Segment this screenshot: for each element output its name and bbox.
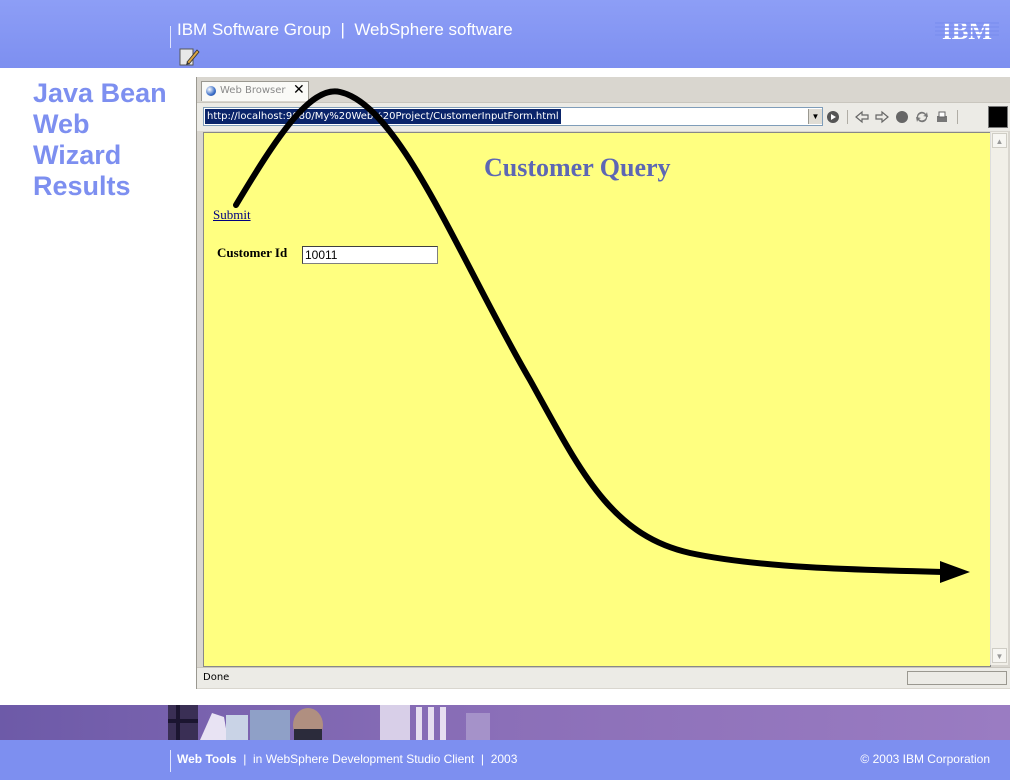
url-field[interactable]: http://localhost:9080/My%20Web%20Project… bbox=[203, 107, 823, 126]
slide-title-line-1: Java Bean bbox=[33, 78, 167, 108]
url-dropdown-icon[interactable]: ▼ bbox=[808, 109, 822, 124]
status-bar: Done bbox=[197, 667, 1010, 688]
back-icon[interactable] bbox=[854, 109, 870, 125]
header-group-text: IBM Software Group | WebSphere software bbox=[177, 20, 513, 39]
browser-toolbar: http://localhost:9080/My%20Web%20Project… bbox=[197, 102, 1010, 131]
footer-photo-strip-2 bbox=[380, 705, 490, 740]
page-viewport: Customer Query Submit Customer Id bbox=[203, 132, 991, 667]
forward-icon[interactable] bbox=[874, 109, 890, 125]
slide-title-line-4: Results bbox=[33, 171, 131, 201]
globe-icon bbox=[206, 86, 216, 96]
customer-id-label: Customer Id bbox=[217, 245, 288, 260]
progress-pane bbox=[907, 671, 1007, 685]
refresh-icon[interactable] bbox=[914, 109, 930, 125]
footer-photo-band bbox=[0, 705, 1010, 740]
tab-label: Web Browser bbox=[220, 85, 286, 96]
tab-web-browser[interactable]: Web Browser ✕ bbox=[201, 81, 309, 101]
header-divider bbox=[170, 26, 171, 48]
toolbar-divider bbox=[847, 110, 848, 124]
ibm-logo: IBM bbox=[935, 18, 999, 45]
close-icon[interactable]: ✕ bbox=[293, 82, 305, 98]
page-title: Customer Query bbox=[484, 153, 671, 182]
slide-title-line-3: Wizard bbox=[33, 140, 122, 170]
footer-divider bbox=[170, 750, 171, 772]
customer-id-input[interactable] bbox=[302, 246, 438, 264]
toolbar-divider bbox=[957, 110, 958, 124]
footer-product: Web Tools | in WebSphere Development Stu… bbox=[177, 752, 517, 766]
vertical-scrollbar[interactable]: ▲ ▼ bbox=[990, 132, 1008, 665]
url-text: http://localhost:9080/My%20Web%20Project… bbox=[205, 109, 561, 124]
scroll-down-icon[interactable]: ▼ bbox=[992, 648, 1007, 663]
footer-product-bold: Web Tools bbox=[177, 752, 237, 766]
edit-tool-icon bbox=[179, 48, 200, 66]
slide-title-line-2: Web bbox=[33, 109, 90, 139]
footer-copyright: © 2003 IBM Corporation bbox=[860, 752, 990, 766]
stop-icon[interactable] bbox=[894, 109, 910, 125]
go-icon[interactable] bbox=[825, 109, 841, 125]
editor-swatch-icon[interactable] bbox=[988, 106, 1008, 128]
footer-product-rest: | in WebSphere Development Studio Client… bbox=[236, 752, 518, 766]
web-browser-window: Web Browser ✕ http://localhost:9080/My%2… bbox=[196, 77, 1010, 689]
print-icon[interactable] bbox=[934, 109, 950, 125]
submit-link[interactable]: Submit bbox=[213, 207, 251, 223]
scroll-up-icon[interactable]: ▲ bbox=[992, 133, 1007, 148]
status-text: Done bbox=[203, 672, 230, 683]
footer-photo-strip bbox=[168, 705, 323, 740]
slide-title: Java Bean Web Wizard Results bbox=[33, 78, 203, 202]
